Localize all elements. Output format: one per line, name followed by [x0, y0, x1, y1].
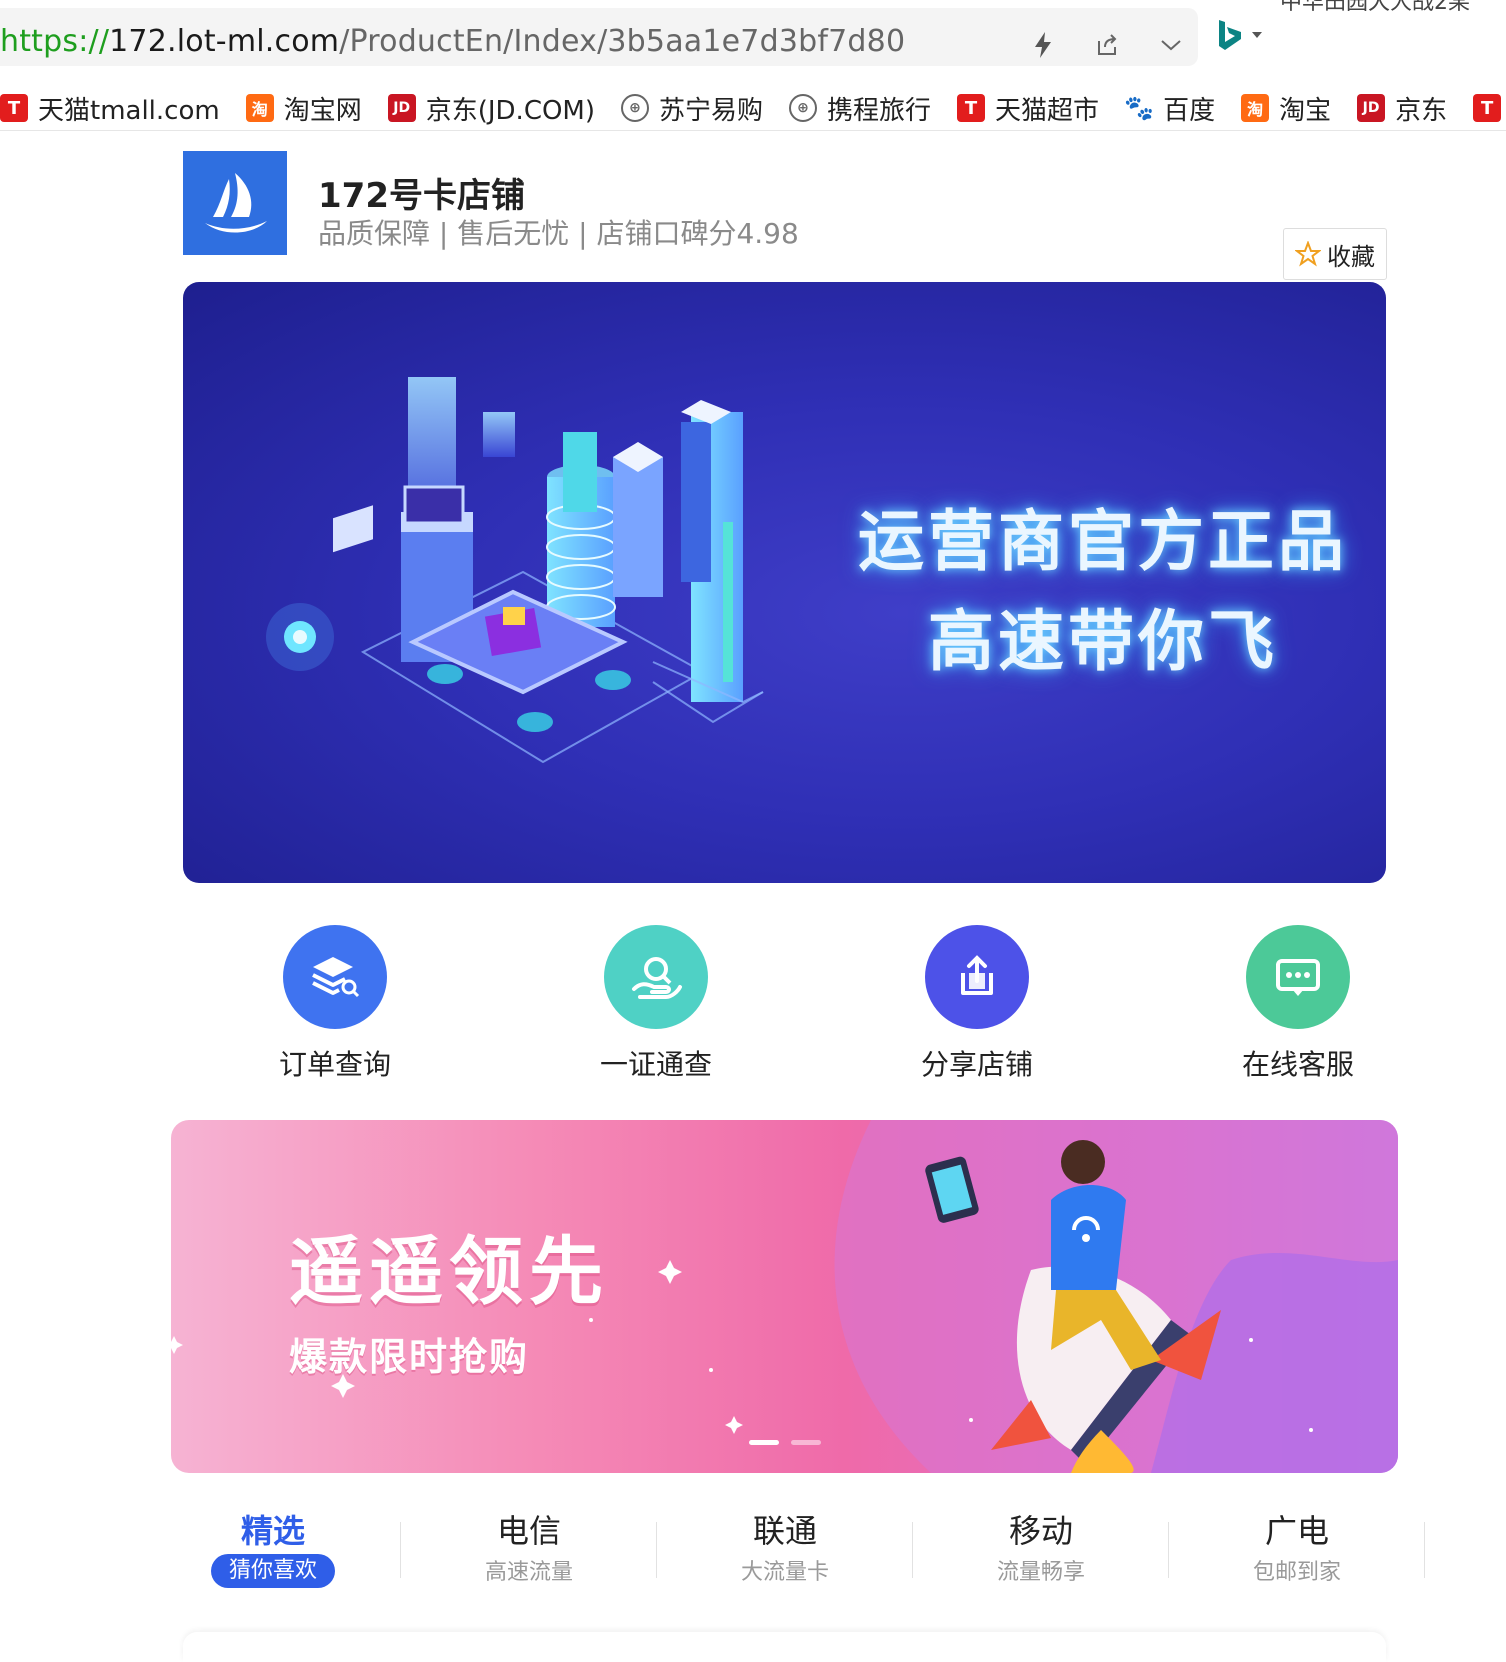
address-bar[interactable]: https://172.lot-ml.com/ProductEn/Index/3…: [0, 8, 1198, 66]
bookmark-tmall[interactable]: T 天猫tmall.com: [0, 90, 220, 127]
favorite-label: 收藏: [1327, 242, 1375, 271]
order-query-label: 订单查询: [278, 1048, 391, 1081]
taobao-icon: 淘: [245, 94, 274, 122]
hero-line-1: 运营商官方正品: [858, 503, 1348, 580]
order-query-button[interactable]: 订单查询: [235, 925, 435, 1083]
tab-subtitle: 包邮到家: [1252, 1560, 1341, 1585]
tab-subtitle: 猜你喜欢: [210, 1554, 335, 1588]
hero-line-2: 高速带你飞: [928, 603, 1278, 680]
tab-title: 联通: [752, 1512, 817, 1550]
tab-title: 电信: [496, 1512, 561, 1550]
promo-title: 遥遥领先: [289, 1229, 609, 1315]
hero-banner[interactable]: 运营商官方正品 高速带你飞: [183, 282, 1386, 883]
sailboat-icon: [205, 173, 267, 233]
tab-subtitle: 流量畅享: [996, 1560, 1085, 1585]
url-path: /ProductEn/Index/3b5aa1e7d3bf7d80: [339, 24, 906, 59]
url-protocol: https://: [0, 24, 110, 59]
jd-icon: JD: [1357, 94, 1386, 122]
favorite-button[interactable]: 收藏: [1283, 228, 1387, 280]
url-text[interactable]: https://172.lot-ml.com/ProductEn/Index/3…: [0, 24, 905, 59]
customer-service-button[interactable]: 在线客服: [1198, 925, 1398, 1083]
bing-search-button[interactable]: [1215, 18, 1263, 52]
bookmarks-bar: T 天猫tmall.com 淘淘宝网 JD 京东(JD.COM) ⊕ 苏宁易购 ⊕ 携程…: [0, 86, 1506, 131]
tab-subtitle: 高速流量: [484, 1560, 573, 1585]
bookmark-jd[interactable]: JD 京东(JD.COM): [387, 90, 596, 127]
bookmark-label: 苏宁易购: [659, 95, 764, 126]
carousel-dots: [749, 1440, 821, 1445]
shop-name: 172号卡店铺: [318, 176, 525, 216]
taobao-icon: 淘: [1241, 94, 1270, 122]
globe-icon: ⊕: [789, 94, 818, 122]
url-host: 172.lot-ml.com: [109, 24, 340, 59]
bookmark-label: 京东: [1395, 95, 1448, 126]
bookmark-suning[interactable]: ⊕ 苏宁易购: [621, 90, 763, 127]
bookmark-ctrip[interactable]: ⊕ 携程旅行: [789, 90, 931, 127]
bookmark-jd-2[interactable]: JD 京东: [1357, 90, 1447, 127]
globe-icon: ⊕: [621, 94, 650, 122]
bookmark-taobao-2[interactable]: 淘淘宝: [1241, 90, 1331, 127]
baidu-icon: 🐾: [1124, 94, 1155, 122]
shop-subtitle: 品质保障 | 售后无忧 | 店铺口碑分4.98: [318, 217, 799, 250]
lightning-icon[interactable]: [1028, 30, 1058, 60]
bookmark-taobao[interactable]: 淘淘宝网: [245, 90, 362, 127]
product-list-card: [183, 1632, 1386, 1662]
bookmark-label: 淘宝网: [283, 95, 362, 126]
bookmark-label: 天猫超市: [995, 95, 1100, 126]
bookmark-label: 天猫tmall.com: [38, 95, 220, 126]
id-check-label: 一证通查: [599, 1048, 712, 1081]
bookmark-tmall-2[interactable]: T天猫: [1473, 90, 1506, 127]
quick-actions: 订单查询 一证通查 分享店铺 在线客服: [183, 925, 1463, 1085]
promo-subtitle: 爆款限时抢购: [289, 1335, 530, 1379]
hand-search-icon: [604, 925, 708, 1029]
tab-title: 精选: [240, 1512, 305, 1550]
tab-subtitle: 大流量卡: [740, 1560, 829, 1585]
carousel-dot-active[interactable]: [749, 1440, 779, 1445]
browser-toolbar: 中华田园犬大战2某 https://172.lot-ml.com/Product…: [0, 0, 1506, 86]
carousel-dot[interactable]: [791, 1440, 821, 1445]
shop-logo: [183, 151, 287, 255]
customer-service-label: 在线客服: [1241, 1048, 1354, 1081]
id-check-button[interactable]: 一证通查: [556, 925, 756, 1083]
chat-icon: [1246, 925, 1350, 1029]
tab-featured[interactable]: 精选 猜你喜欢: [145, 1510, 401, 1590]
star-icon: [1295, 241, 1321, 267]
promo-banner[interactable]: 遥遥领先 爆款限时抢购: [171, 1120, 1398, 1473]
share-icon: [925, 925, 1029, 1029]
caret-down-icon: [1252, 32, 1262, 38]
category-tabs: 精选 猜你喜欢 电信 高速流量 联通 大流量卡 移动 流量畅享 广电 包邮到家: [145, 1510, 1425, 1590]
tab-title: 移动: [1008, 1512, 1073, 1550]
bookmark-baidu[interactable]: 🐾 百度: [1124, 90, 1216, 127]
bookmark-label: 百度: [1163, 95, 1216, 126]
jd-icon: JD: [387, 94, 416, 122]
share-shop-button[interactable]: 分享店铺: [877, 925, 1077, 1083]
tab-title: 广电: [1264, 1512, 1329, 1550]
tab-unicom[interactable]: 联通 大流量卡: [657, 1510, 913, 1590]
tab-title-cut: 中华田园犬大战2某: [1280, 0, 1470, 15]
layers-search-icon: [283, 925, 387, 1029]
tmall-icon: T: [957, 94, 986, 122]
bing-icon: [1219, 20, 1241, 50]
bookmark-label: 淘宝: [1279, 95, 1332, 126]
tmall-icon: T: [1473, 94, 1502, 122]
bookmark-label: 京东(JD.COM): [425, 95, 596, 126]
share-shop-label: 分享店铺: [920, 1048, 1033, 1081]
tab-telecom[interactable]: 电信 高速流量: [401, 1510, 657, 1590]
share-page-icon[interactable]: [1092, 30, 1122, 60]
tab-mobile[interactable]: 移动 流量畅享: [913, 1510, 1169, 1590]
chevron-down-icon[interactable]: [1156, 30, 1186, 60]
bookmark-tmall-supermarket[interactable]: T 天猫超市: [957, 90, 1099, 127]
tab-broadcast[interactable]: 广电 包邮到家: [1169, 1510, 1425, 1590]
bookmark-label: 携程旅行: [827, 95, 932, 126]
tmall-icon: T: [0, 94, 28, 122]
